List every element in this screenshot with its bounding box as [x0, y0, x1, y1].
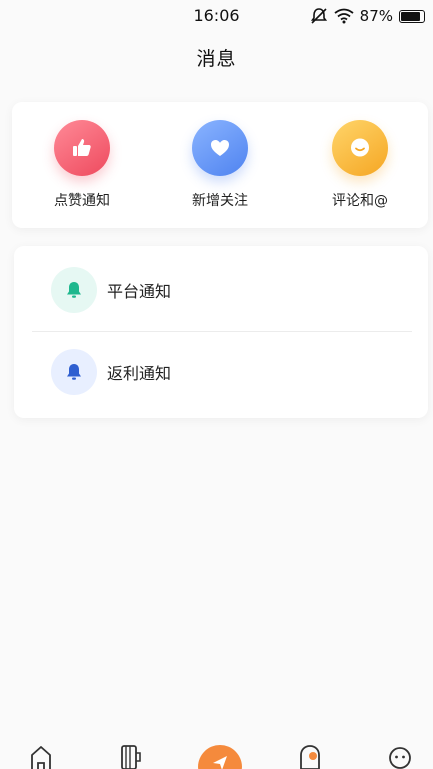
comment-mention-button[interactable]: 评论和@	[305, 120, 415, 210]
thumbs-up-icon	[54, 120, 110, 176]
notification-label: 平台通知	[107, 282, 172, 301]
nav-message[interactable]	[298, 743, 322, 769]
send-icon	[213, 756, 227, 769]
nav-home[interactable]	[30, 745, 52, 769]
status-icons: 87%	[310, 6, 425, 26]
new-follow-button[interactable]: 新增关注	[165, 120, 275, 210]
battery-icon	[399, 9, 425, 23]
quick-action-label: 新增关注	[192, 193, 248, 209]
battery-fill	[401, 11, 421, 21]
list-icon	[121, 745, 141, 769]
home-icon	[31, 746, 51, 769]
platform-notification-row[interactable]: 平台通知	[14, 248, 428, 332]
page-title: 消息	[196, 48, 237, 70]
quick-actions-card: 点赞通知 新增关注 评论和@	[12, 102, 428, 228]
nav-profile[interactable]	[388, 745, 412, 769]
rebate-notification-row[interactable]: 返利通知	[14, 330, 428, 414]
message-icon	[300, 745, 320, 769]
notification-label: 返利通知	[107, 364, 172, 383]
status-bar: 16:06 87%	[0, 0, 433, 34]
quick-action-label: 点赞通知	[54, 193, 110, 209]
smile-chat-icon	[332, 120, 388, 176]
nav-list[interactable]	[120, 743, 142, 769]
nav-center-button[interactable]	[198, 745, 242, 769]
wifi-icon	[334, 8, 354, 24]
bottom-nav	[0, 743, 433, 769]
notification-list-card: 平台通知 返利通知	[14, 246, 428, 418]
bell-icon	[51, 349, 97, 395]
heart-icon	[192, 120, 248, 176]
like-notification-button[interactable]: 点赞通知	[27, 120, 137, 210]
alarm-off-icon	[310, 8, 327, 24]
profile-icon	[389, 747, 411, 769]
battery-percent: 87%	[359, 7, 393, 25]
bell-icon	[51, 267, 97, 313]
quick-action-label: 评论和@	[332, 193, 388, 209]
